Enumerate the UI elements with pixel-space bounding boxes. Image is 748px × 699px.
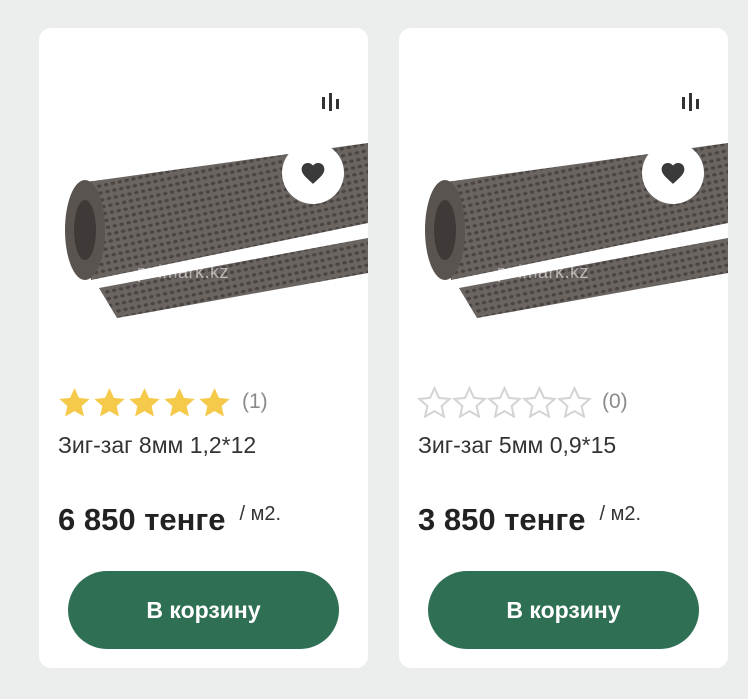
review-count: (1) — [242, 390, 268, 413]
star-filled-icon — [129, 388, 160, 417]
add-to-cart-button[interactable]: В корзину — [428, 571, 699, 649]
star-rating — [417, 386, 592, 418]
star-empty-icon — [487, 386, 522, 418]
star-filled-icon — [164, 388, 195, 417]
heart-icon — [301, 163, 325, 184]
star-filled-icon — [199, 388, 230, 417]
star-empty-icon — [417, 386, 452, 418]
star-empty-icon — [522, 386, 557, 418]
star-empty-icon — [452, 386, 487, 418]
rating: (0) — [417, 386, 628, 418]
heart-icon — [661, 163, 685, 184]
product-card[interactable]: polmark.kz (1) Зиг-заг 8мм 1,2*12 6 850 … — [39, 28, 368, 668]
star-empty-icon — [557, 386, 592, 418]
add-to-cart-button[interactable]: В корзину — [68, 571, 339, 649]
product-title[interactable]: Зиг-заг 5мм 0,9*15 — [418, 432, 616, 459]
review-count: (0) — [602, 390, 628, 413]
rating: (1) — [57, 386, 268, 418]
product-card[interactable]: polmark.kz (0) Зиг-заг 5мм 0,9*15 3 850 … — [399, 28, 728, 668]
price-unit: / м2. — [599, 503, 642, 525]
watermark: polmark.kz — [137, 262, 230, 282]
compare-button[interactable] — [303, 74, 359, 130]
product-price: 3 850 тенге — [418, 502, 586, 537]
product-grid: polmark.kz (1) Зиг-заг 8мм 1,2*12 6 850 … — [0, 0, 748, 699]
compare-bars-icon — [682, 93, 699, 111]
favorite-button[interactable] — [282, 142, 344, 204]
product-title[interactable]: Зиг-заг 8мм 1,2*12 — [58, 432, 256, 459]
star-filled-icon — [94, 388, 125, 417]
product-price: 6 850 тенге — [58, 502, 226, 537]
favorite-button[interactable] — [642, 142, 704, 204]
compare-bars-icon — [322, 93, 339, 111]
price-row: 3 850 тенге / м2. — [418, 502, 641, 538]
watermark: polmark.kz — [497, 262, 590, 282]
price-row: 6 850 тенге / м2. — [58, 502, 281, 538]
star-filled-icon — [59, 388, 90, 417]
price-unit: / м2. — [239, 503, 282, 525]
compare-button[interactable] — [663, 74, 719, 130]
star-rating — [57, 386, 232, 418]
